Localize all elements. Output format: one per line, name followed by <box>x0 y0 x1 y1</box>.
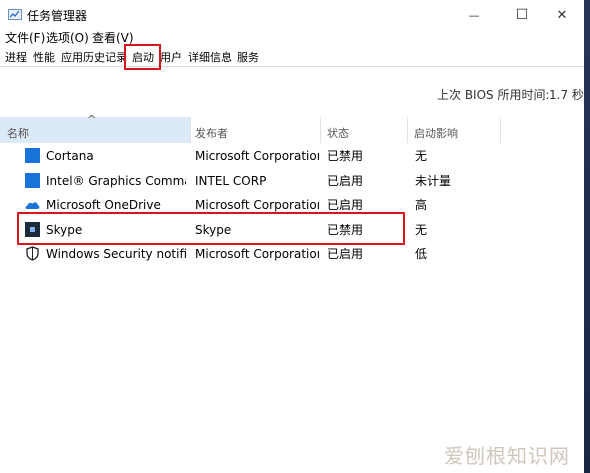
startup-tab-highlight <box>124 44 161 70</box>
minimize-icon: — <box>468 8 480 22</box>
maximize-button[interactable]: ☐ <box>500 0 544 30</box>
window-title: 任务管理器 <box>27 9 88 23</box>
column-header-startup-impact[interactable]: 启动影响 <box>408 117 500 143</box>
close-button[interactable]: ✕ <box>540 0 584 30</box>
minimize-button[interactable]: — <box>452 0 496 30</box>
menu-options[interactable]: 选项(O) <box>46 29 89 46</box>
cortana-icon <box>25 148 40 163</box>
close-icon: ✕ <box>556 7 568 23</box>
skype-row-highlight <box>17 212 405 245</box>
tab-performance[interactable]: 性能 <box>33 49 55 65</box>
shield-icon <box>26 246 39 261</box>
tab-processes[interactable]: 进程 <box>5 49 27 65</box>
table-row-intel-graphics[interactable]: Intel® Graphics Comman... INTEL CORP 已启用… <box>0 169 584 193</box>
table-row-windows-security[interactable]: Windows Security notifica... Microsoft C… <box>0 242 584 266</box>
tab-app-history[interactable]: 应用历史记录 <box>61 49 127 65</box>
task-manager-window: 任务管理器 — ☐ ✕ 文件(F) 选项(O) 查看(V) 进程 性能 应用历史… <box>0 0 584 473</box>
onedrive-icon <box>25 202 40 209</box>
menu-file[interactable]: 文件(F) <box>5 29 45 46</box>
table-row-cortana[interactable]: Cortana Microsoft Corporation 已禁用 无 <box>0 144 584 168</box>
tab-services[interactable]: 服务 <box>237 49 259 65</box>
column-header-status[interactable]: 状态 <box>321 117 407 143</box>
watermark-text: 爱刨根知识网 <box>444 444 570 468</box>
intel-graphics-icon <box>25 173 40 188</box>
tab-bar: 进程 性能 应用历史记录 启动 用户 详细信息 服务 <box>0 46 584 67</box>
sort-ascending-icon: ^ <box>87 113 97 126</box>
column-header-name[interactable]: ^ 名称 <box>0 113 190 143</box>
desktop-background-edge <box>584 0 590 473</box>
task-manager-app-icon <box>8 9 22 20</box>
maximize-icon: ☐ <box>515 7 529 23</box>
tab-users[interactable]: 用户 <box>160 49 182 65</box>
bios-time-label: 上次 BIOS 所用时间: <box>437 88 550 102</box>
menu-bar: 文件(F) 选项(O) 查看(V) <box>0 27 584 45</box>
tab-details[interactable]: 详细信息 <box>188 49 232 65</box>
title-bar[interactable]: 任务管理器 — ☐ ✕ <box>0 0 584 30</box>
column-header-publisher[interactable]: 发布者 <box>191 117 320 143</box>
bios-time-value: 1.7 秒 <box>549 88 584 102</box>
table-header: ^ 名称 发布者 状态 启动影响 <box>0 113 584 143</box>
